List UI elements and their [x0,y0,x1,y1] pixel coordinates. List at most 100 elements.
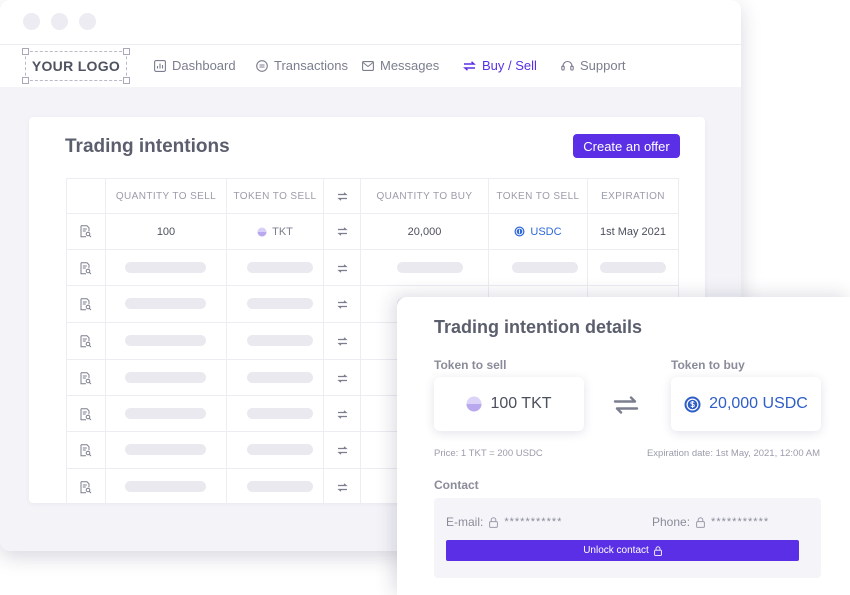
nav-support[interactable]: Support [561,58,626,73]
nav-messages[interactable]: Messages [362,58,439,73]
row-details-button[interactable] [67,360,105,396]
masked-phone: *********** [711,516,770,528]
table-divider [67,285,679,286]
swap-icon [336,263,348,273]
swap-icon [336,191,348,201]
skeleton-placeholder [247,335,313,346]
skeleton-placeholder [125,262,206,273]
skeleton-placeholder [247,444,313,455]
logo-corner-handle [123,77,130,84]
row-details-button[interactable] [67,469,105,503]
trading-details-panel: Trading intention details Token to sell … [397,297,850,595]
cell-token-to-sell: TKT [227,214,323,249]
window-control-dot[interactable] [79,13,96,30]
swap-icon [336,373,348,383]
skeleton-placeholder [247,262,313,273]
cell-token-to-buy[interactable]: USDC [489,214,587,249]
nav-messages-label: Messages [380,58,440,73]
contact-box: E-mail: *********** Phone: *********** U… [434,498,821,578]
document-search-icon [80,480,92,493]
cell-quantity-to-buy: 20,000 [407,225,442,238]
document-search-icon [80,297,92,310]
document-search-icon [80,334,92,347]
token-name: USDC [530,225,562,238]
skeleton-placeholder [125,372,206,383]
sell-value: 100 TKT [490,395,552,412]
column-header[interactable]: TOKEN TO SELL [227,179,323,213]
cell-quantity-to-sell: 100 [156,225,176,238]
row-details-button[interactable] [67,432,105,468]
column-header[interactable]: QUANTITY TO SELL [106,179,226,213]
usdc-token-icon [514,226,525,237]
nav-dashboard[interactable]: Dashboard [154,58,236,73]
cell-swap [324,214,360,249]
cell-expiration: 1st May 2021 [599,225,667,238]
skeleton-placeholder [125,335,206,346]
nav-buy-sell-label: Buy / Sell [482,58,537,73]
token-to-sell-box: 100 TKT [434,377,584,431]
details-title: Trading intention details [434,317,643,337]
coin-icon [256,59,268,72]
skeleton-placeholder [247,372,313,383]
create-offer-button[interactable]: Create an offer [573,134,680,158]
swap-icon [336,482,348,492]
row-details-button[interactable] [67,396,105,432]
cell-swap [324,396,360,432]
skeleton-placeholder [125,481,206,492]
expiration-text: Expiration date: 1st May, 2021, 12:00 AM [646,448,820,459]
skeleton-placeholder [512,262,578,273]
document-search-icon [80,443,92,456]
logo[interactable]: YOUR LOGO [22,48,130,84]
skeleton-placeholder [125,444,206,455]
cell-swap [324,323,360,359]
swap-icon [336,227,348,236]
nav-transactions-label: Transactions [274,58,348,73]
cell-swap [324,432,360,468]
document-search-icon [80,407,92,420]
document-search-icon [80,225,92,238]
skeleton-placeholder [125,408,206,419]
token-to-sell-label: Token to sell [434,358,507,372]
token-name: TKT [272,225,293,238]
swap-icon [336,299,348,309]
window-control-dot[interactable] [23,13,40,30]
skeleton-placeholder [247,408,313,419]
column-header[interactable]: QUANTITY TO BUY [361,179,488,213]
row-details-button[interactable] [67,250,105,286]
email-field: E-mail: *********** [446,515,562,529]
page-title: Trading intentions [65,136,230,157]
lock-icon [653,545,662,556]
window-control-dot[interactable] [51,13,68,30]
cell-swap [324,469,360,503]
token-to-buy-label: Token to buy [671,358,745,372]
chart-icon [154,59,166,72]
logo-corner-handle [22,48,29,55]
column-header[interactable]: TOKEN TO SELL [489,179,587,213]
nav-buy-sell[interactable]: Buy / Sell [463,58,537,73]
skeleton-placeholder [247,481,313,492]
cell-swap [324,286,360,322]
nav-transactions[interactable]: Transactions [256,58,348,73]
skeleton-placeholder [600,262,666,273]
usdc-token-icon [684,396,701,412]
swap-icon [336,336,348,346]
logo-corner-handle [123,48,130,55]
nav-dashboard-label: Dashboard [172,58,236,73]
nav-support-label: Support [580,58,626,73]
contact-label: Contact [434,478,479,492]
unlock-contact-label: Unlock contact [583,545,649,556]
tkt-token-icon [466,396,482,412]
column-header[interactable]: EXPIRATION [588,179,678,213]
row-details-button[interactable] [67,214,105,249]
cell-swap [324,360,360,396]
skeleton-placeholder [397,262,463,273]
document-search-icon [80,371,92,384]
row-details-button[interactable] [67,286,105,322]
phone-field: Phone: *********** [652,515,769,529]
token-to-buy-box: 20,000 USDC [671,377,821,431]
unlock-contact-button[interactable]: Unlock contact [446,540,799,561]
swap-icon [336,445,348,455]
row-details-button[interactable] [67,323,105,359]
price-text: Price: 1 TKT = 200 USDC [434,448,543,459]
masked-email: *********** [504,516,563,528]
